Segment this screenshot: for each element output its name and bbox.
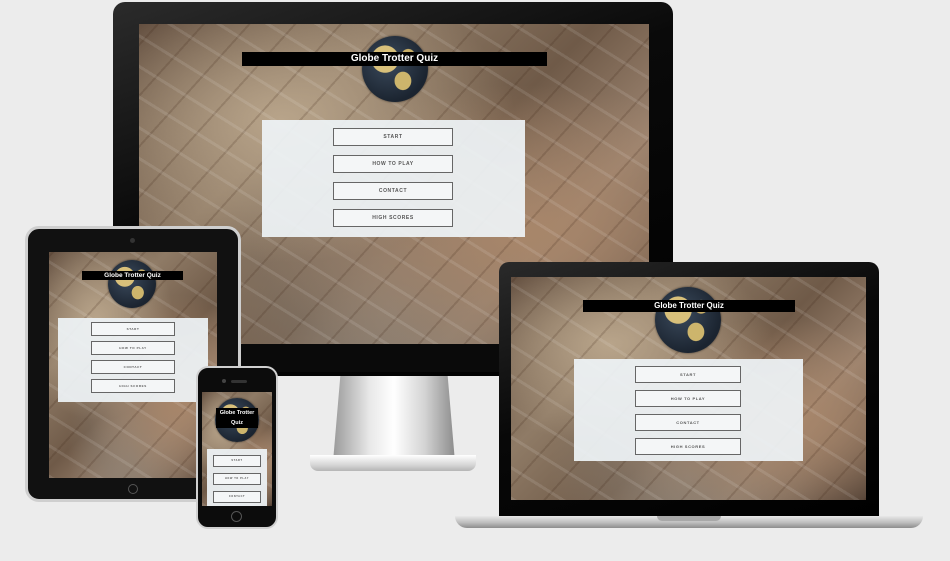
page-title: Globe Trotter Quiz [216,408,258,428]
globe-icon [108,260,156,308]
globe-icon [362,36,428,102]
contact-button[interactable]: CONTACT [635,414,741,431]
page-title-line-1: Globe Trotter [219,410,255,416]
phone-camera [222,379,226,383]
start-button[interactable]: START [333,128,453,146]
how-to-play-button[interactable]: HOW TO PLAY [333,155,453,173]
start-button[interactable]: START [91,322,175,336]
page-title-line-2: Quiz [231,420,243,426]
tablet-home-button [128,484,138,494]
phone-speaker [231,380,247,383]
high-scores-button[interactable]: HIGH SCORES [91,379,175,393]
how-to-play-button[interactable]: HOW TO PLAY [213,473,261,485]
start-button[interactable]: START [213,455,261,467]
menu-panel: START HOW TO PLAY CONTACT HIGH SCORES [262,120,525,237]
desktop-stand-base [310,455,476,471]
tablet-camera [130,238,135,243]
phone-screen: Globe Trotter Quiz START HOW TO PLAY CON… [202,392,272,506]
globe-icon [655,287,721,353]
menu-panel: START HOW TO PLAY CONTACT HIGH SCORES [58,318,208,402]
contact-button[interactable]: CONTACT [213,491,261,503]
page-title: Globe Trotter Quiz [242,52,547,66]
start-button[interactable]: START [635,366,741,383]
high-scores-button[interactable]: HIGH SCORES [635,438,741,455]
menu-panel: START HOW TO PLAY CONTACT HIGH SCORES [574,359,803,461]
laptop-notch [657,516,721,521]
laptop-screen: Globe Trotter Quiz START HOW TO PLAY CON… [511,277,866,500]
phone-home-button [231,511,242,522]
menu-panel: START HOW TO PLAY CONTACT [207,449,267,506]
tablet-screen: Globe Trotter Quiz START HOW TO PLAY CON… [49,252,217,478]
contact-button[interactable]: CONTACT [91,360,175,374]
high-scores-button[interactable]: HIGH SCORES [333,209,453,227]
page-title: Globe Trotter Quiz [583,300,795,312]
contact-button[interactable]: CONTACT [333,182,453,200]
desktop-stand [333,376,455,462]
page-title: Globe Trotter Quiz [82,271,183,280]
how-to-play-button[interactable]: HOW TO PLAY [91,341,175,355]
how-to-play-button[interactable]: HOW TO PLAY [635,390,741,407]
